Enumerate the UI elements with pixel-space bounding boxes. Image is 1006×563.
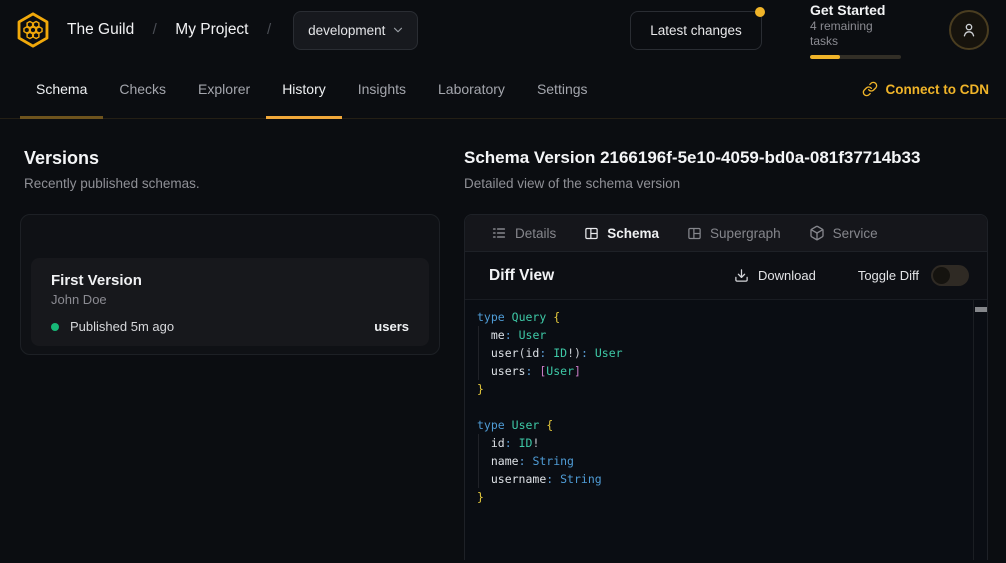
breadcrumb-separator: /: [267, 21, 271, 38]
main-content: Versions Recently published schemas. Fir…: [0, 119, 1006, 563]
columns-icon: [687, 226, 702, 241]
get-started-title: Get Started: [810, 1, 901, 19]
toggle-diff-knob: [933, 267, 950, 284]
detail-tab-service[interactable]: Service: [809, 225, 878, 241]
environment-selector-value: development: [308, 23, 385, 38]
version-author: John Doe: [51, 291, 409, 308]
version-list-item[interactable]: First Version John Doe Published 5m ago …: [31, 258, 429, 346]
nav-tab-checks[interactable]: Checks: [103, 60, 182, 118]
nav-tab-laboratory[interactable]: Laboratory: [422, 60, 521, 118]
toggle-diff-switch[interactable]: [931, 265, 969, 286]
code-scrollbar[interactable]: [973, 300, 987, 560]
detail-tab-label: Details: [515, 226, 556, 241]
versions-subtitle: Recently published schemas.: [24, 175, 440, 193]
detail-tab-label: Service: [833, 226, 878, 241]
code-content[interactable]: type Query { me: User user(id: ID!): Use…: [465, 300, 973, 560]
nav-tab-label: Settings: [537, 81, 588, 97]
versions-title: Versions: [24, 147, 440, 169]
detail-tabs: Details Schema: [465, 215, 987, 252]
breadcrumb-project[interactable]: My Project: [175, 21, 248, 38]
columns-icon: [584, 226, 599, 241]
download-label: Download: [758, 268, 816, 283]
latest-changes-label: Latest changes: [650, 23, 742, 38]
schema-code-viewer: type Query { me: User user(id: ID!): Use…: [465, 299, 987, 560]
schema-detail-container: Details Schema: [464, 214, 988, 560]
hive-logo-icon[interactable]: [14, 11, 52, 49]
diff-view-title: Diff View: [489, 267, 554, 285]
app-root: The Guild / My Project / development Lat…: [0, 0, 1006, 563]
version-status-text: Published 5m ago: [70, 319, 174, 334]
nav-tab-label: Checks: [119, 81, 166, 97]
schema-version-panel: Schema Version 2166196f-5e10-4059-bd0a-0…: [464, 147, 988, 563]
download-icon: [734, 268, 749, 283]
environment-selector[interactable]: development: [293, 11, 418, 50]
nav-tab-settings[interactable]: Settings: [521, 60, 604, 118]
chevron-down-icon: [391, 23, 405, 37]
avatar-button[interactable]: [949, 10, 989, 50]
main-nav: Schema Checks Explorer History Insights …: [0, 60, 1006, 119]
get-started-progressbar: [810, 55, 901, 59]
breadcrumb-separator: /: [153, 21, 157, 38]
get-started-progress-fill: [810, 55, 840, 59]
nav-tab-label: Explorer: [198, 81, 250, 97]
schema-version-subtitle: Detailed view of the schema version: [464, 175, 988, 193]
connect-cdn-link[interactable]: Connect to CDN: [862, 60, 990, 118]
cube-icon: [809, 225, 825, 241]
get-started-subtitle: 4 remaining tasks: [810, 19, 901, 49]
detail-tab-label: Schema: [607, 226, 659, 241]
breadcrumb-org[interactable]: The Guild: [67, 21, 134, 38]
versions-panel: Versions Recently published schemas. Fir…: [20, 147, 440, 563]
nav-tab-label: History: [282, 81, 326, 97]
list-icon: [491, 225, 507, 241]
notification-dot: [755, 7, 765, 17]
version-name: First Version: [51, 271, 409, 290]
nav-tab-explorer[interactable]: Explorer: [182, 60, 266, 118]
breadcrumb: The Guild / My Project /: [67, 21, 285, 39]
connect-cdn-label: Connect to CDN: [886, 82, 990, 97]
get-started-widget[interactable]: Get Started 4 remaining tasks: [810, 1, 901, 59]
toggle-diff-control: Toggle Diff: [858, 265, 969, 286]
brand-area: The Guild / My Project / development: [14, 11, 418, 50]
download-button[interactable]: Download: [734, 268, 816, 283]
nav-tab-schema[interactable]: Schema: [20, 60, 103, 118]
nav-tab-label: Insights: [358, 81, 406, 97]
nav-tab-label: Schema: [36, 81, 87, 97]
version-status-row: Published 5m ago users: [51, 319, 409, 334]
detail-tab-label: Supergraph: [710, 226, 781, 241]
main-nav-tabs: Schema Checks Explorer History Insights …: [20, 60, 604, 118]
detail-tab-schema[interactable]: Schema: [584, 226, 659, 241]
header: The Guild / My Project / development Lat…: [0, 0, 1006, 60]
schema-version-title: Schema Version 2166196f-5e10-4059-bd0a-0…: [464, 147, 988, 169]
user-icon: [959, 20, 979, 40]
published-status-dot: [51, 323, 59, 331]
version-service-name: users: [374, 319, 409, 334]
nav-tab-history[interactable]: History: [266, 60, 342, 118]
nav-tab-insights[interactable]: Insights: [342, 60, 422, 118]
code-scrollbar-thumb[interactable]: [975, 307, 988, 312]
toggle-diff-label: Toggle Diff: [858, 268, 919, 283]
versions-list-card: First Version John Doe Published 5m ago …: [20, 214, 440, 355]
detail-tab-supergraph[interactable]: Supergraph: [687, 226, 781, 241]
nav-tab-label: Laboratory: [438, 81, 505, 97]
link-icon: [862, 81, 878, 97]
diff-view-toolbar: Diff View Download Toggle Diff: [465, 252, 987, 299]
latest-changes-button[interactable]: Latest changes: [630, 11, 762, 50]
detail-tab-details[interactable]: Details: [491, 225, 556, 241]
